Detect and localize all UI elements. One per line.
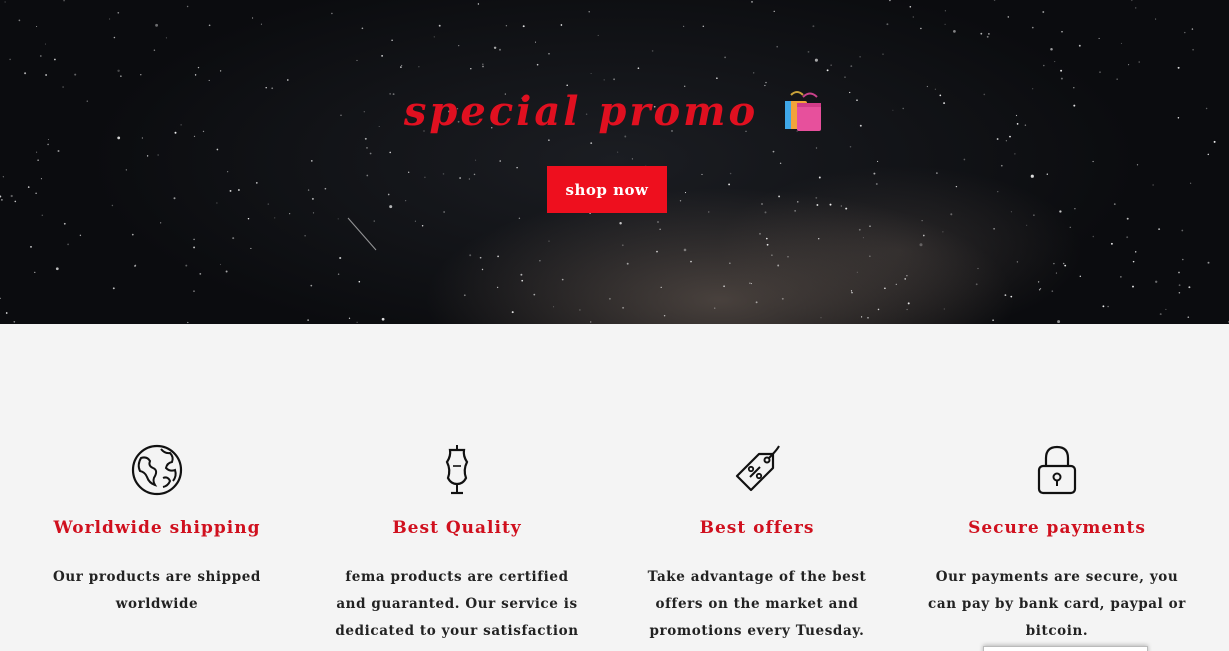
feature-title: Worldwide shipping [53, 518, 261, 538]
feature-title: Best offers [699, 518, 815, 538]
promo-title-text: special promo [403, 88, 759, 135]
promo-title: special promo [0, 88, 1229, 135]
hero-banner: special promo shop now [0, 0, 1229, 324]
dress-mannequin-icon [445, 445, 469, 495]
feature-description: Our products are shipped worldwide [53, 569, 261, 612]
feature-best-quality: Best Quality fema products are certified… [322, 444, 592, 645]
features-section: Worldwide shipping Our products are ship… [0, 324, 1229, 651]
feature-title: Best Quality [392, 518, 522, 538]
feature-secure-payments: Secure payments Our payments are secure,… [922, 444, 1192, 645]
shop-now-button[interactable]: shop now [547, 166, 667, 213]
feature-description: Take advantage of the best offers on the… [647, 569, 867, 639]
feature-best-offers: Best offers Take advantage of the best o… [622, 444, 892, 645]
globe-icon [131, 444, 183, 496]
padlock-icon [1037, 445, 1077, 495]
feature-description: Our payments are secure, you can pay by … [928, 569, 1186, 639]
shopping-bags-icon [785, 91, 822, 131]
feature-title: Secure payments [968, 518, 1146, 538]
feature-description: fema products are certified and guarante… [335, 569, 579, 639]
price-tag-icon [735, 445, 780, 492]
feature-worldwide-shipping: Worldwide shipping Our products are ship… [22, 444, 292, 618]
starfield-background [0, 0, 1229, 324]
floating-widget[interactable] [983, 646, 1148, 651]
